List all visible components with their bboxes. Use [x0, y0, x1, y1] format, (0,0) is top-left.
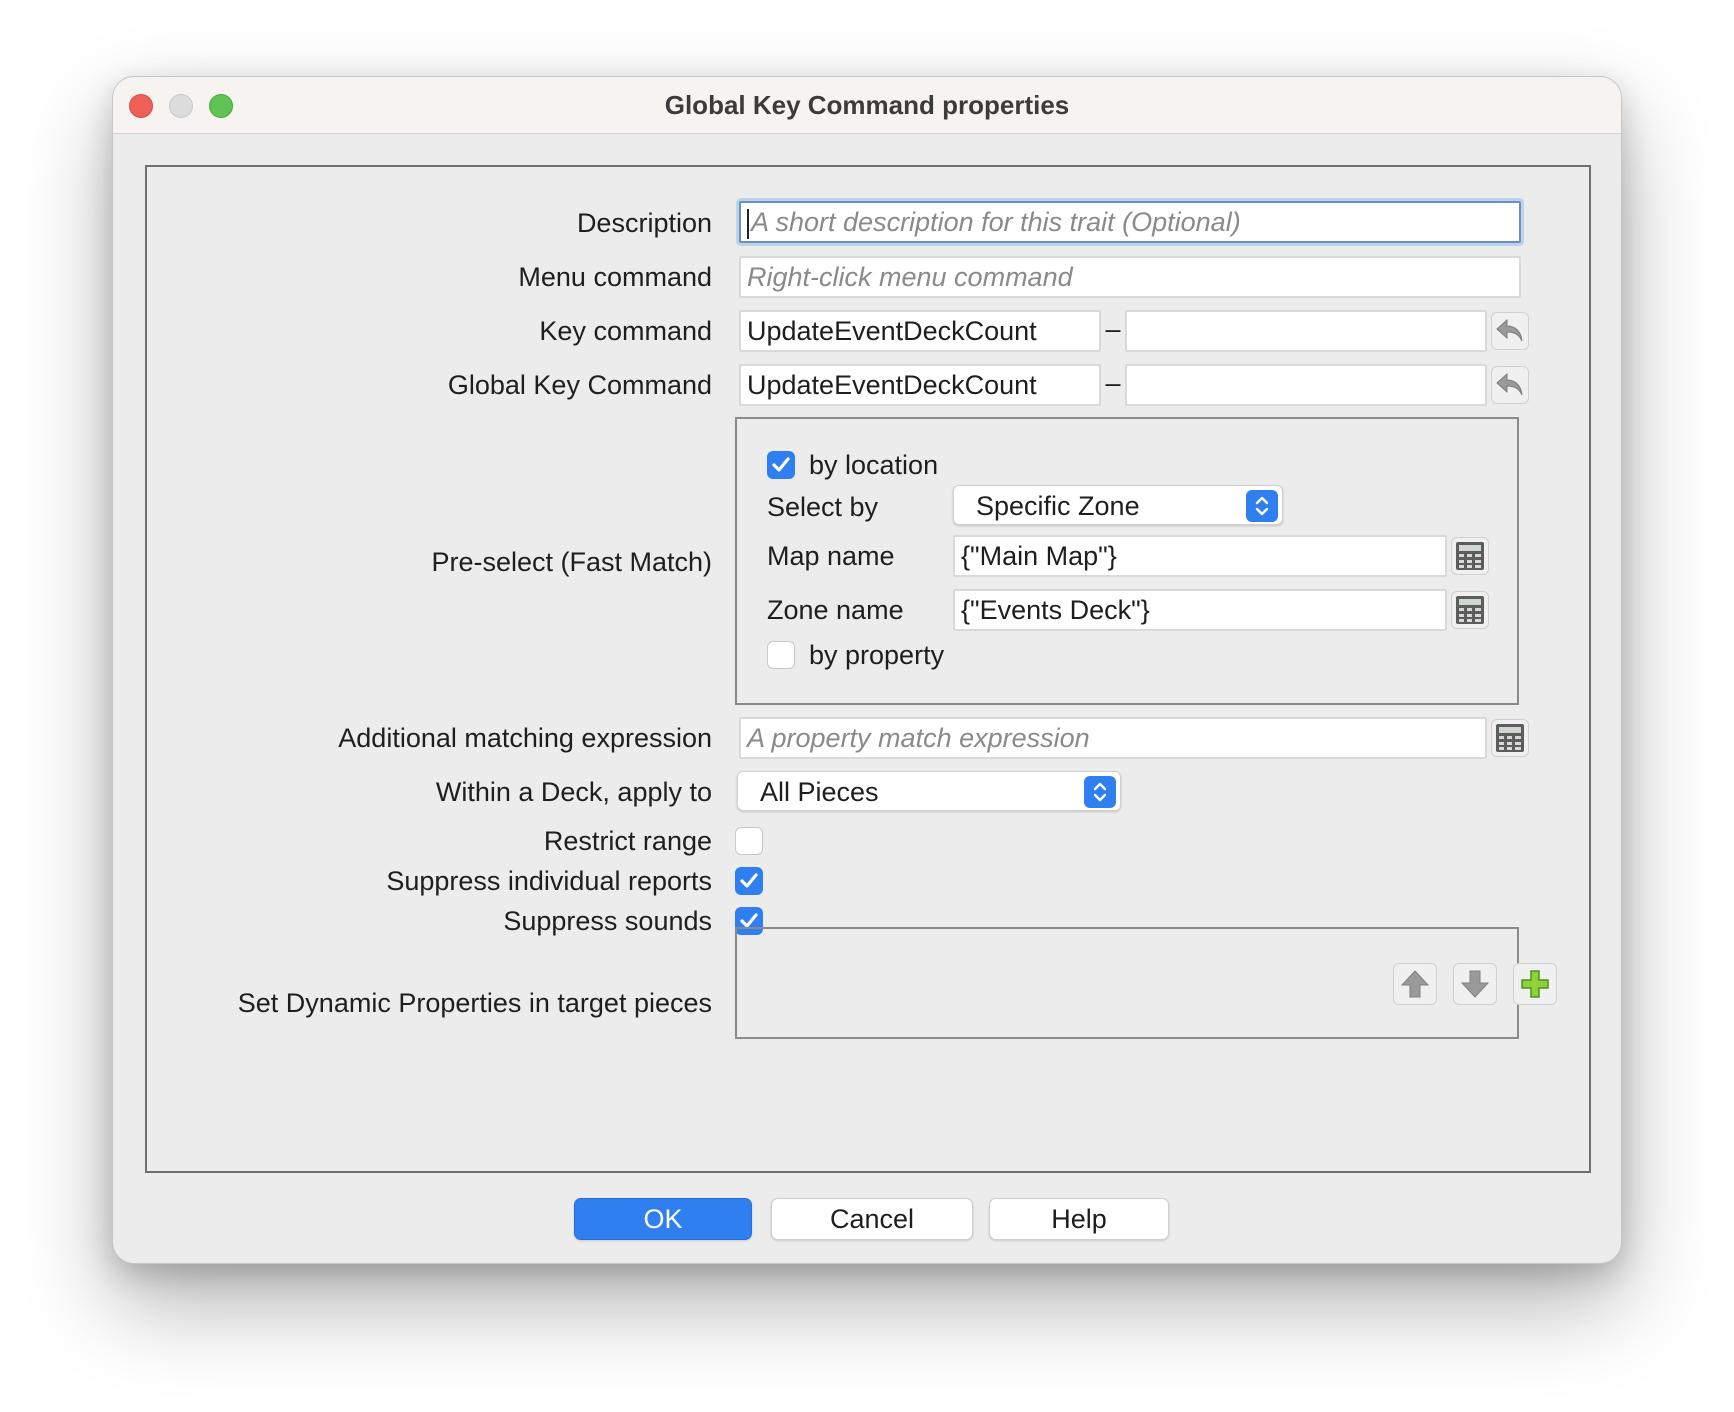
global-key-command-undo-button[interactable] — [1491, 366, 1529, 404]
arrow-up-icon — [1400, 970, 1430, 998]
zone-name-calculator-button[interactable] — [1451, 591, 1489, 629]
global-key-command-label: Global Key Command — [447, 370, 712, 400]
key-command-undo-button[interactable] — [1491, 312, 1529, 350]
by-property-checkbox[interactable] — [767, 641, 795, 669]
additional-matching-calculator-button[interactable] — [1491, 719, 1529, 757]
additional-matching-placeholder: A property match expression — [747, 723, 1090, 753]
by-location-checkbox[interactable] — [767, 451, 795, 479]
dynamic-properties-label: Set Dynamic Properties in target pieces — [237, 988, 712, 1018]
preselect-panel: by location Select by Specific Zone Map … — [735, 417, 1519, 705]
key-command-separator: – — [1105, 314, 1121, 344]
restrict-range-label: Restrict range — [543, 826, 712, 856]
window-title: Global Key Command properties — [664, 90, 1070, 120]
additional-matching-input[interactable]: A property match expression — [739, 717, 1487, 759]
ok-button[interactable]: OK — [574, 1198, 752, 1240]
by-property-label: by property — [809, 640, 945, 670]
calculator-icon — [1496, 724, 1524, 752]
dropdown-arrows-icon — [1084, 776, 1116, 808]
suppress-reports-label: Suppress individual reports — [386, 866, 712, 896]
add-property-button[interactable] — [1513, 963, 1557, 1005]
checkmark-icon — [740, 873, 758, 888]
within-deck-dropdown[interactable]: All Pieces — [737, 771, 1121, 811]
zone-name-input[interactable]: {"Events Deck"} — [953, 589, 1447, 631]
undo-arrow-icon — [1496, 372, 1523, 396]
global-key-command-input[interactable]: UpdateEventDeckCount — [739, 364, 1101, 406]
description-label: Description — [576, 208, 712, 238]
arrow-down-icon — [1460, 970, 1490, 998]
suppress-sounds-label: Suppress sounds — [503, 906, 712, 936]
global-key-command-separator: – — [1105, 368, 1121, 398]
menu-command-label: Menu command — [518, 262, 712, 292]
description-placeholder: A short description for this trait (Opti… — [751, 207, 1241, 237]
suppress-reports-checkbox[interactable] — [735, 867, 763, 895]
text-caret — [747, 208, 749, 239]
select-by-value: Specific Zone — [976, 491, 1140, 521]
select-by-dropdown[interactable]: Specific Zone — [953, 485, 1283, 525]
move-up-button[interactable] — [1393, 963, 1437, 1005]
within-deck-label: Within a Deck, apply to — [435, 777, 712, 807]
title-bar: Global Key Command properties — [113, 77, 1621, 134]
global-key-command-keystroke-input[interactable] — [1125, 364, 1487, 406]
key-command-label: Key command — [539, 316, 712, 346]
menu-command-placeholder: Right-click menu command — [747, 262, 1073, 292]
plus-icon — [1521, 970, 1549, 998]
menu-command-input[interactable]: Right-click menu command — [739, 256, 1521, 298]
calculator-icon — [1456, 542, 1484, 570]
map-name-calculator-button[interactable] — [1451, 537, 1489, 575]
undo-arrow-icon — [1496, 318, 1523, 342]
move-down-button[interactable] — [1453, 963, 1497, 1005]
key-command-keystroke-input[interactable] — [1125, 310, 1487, 352]
preselect-label: Pre-select (Fast Match) — [431, 547, 712, 577]
dropdown-arrows-icon — [1246, 490, 1278, 522]
cancel-button[interactable]: Cancel — [771, 1198, 973, 1240]
dynamic-properties-panel — [735, 927, 1557, 1039]
within-deck-value: All Pieces — [760, 777, 879, 807]
additional-matching-label: Additional matching expression — [338, 723, 712, 753]
map-name-label: Map name — [767, 541, 895, 571]
zone-name-label: Zone name — [767, 595, 904, 625]
by-location-label: by location — [809, 450, 939, 480]
map-name-input[interactable]: {"Main Map"} — [953, 535, 1447, 577]
key-command-input[interactable]: UpdateEventDeckCount — [739, 310, 1101, 352]
description-input[interactable]: A short description for this trait (Opti… — [739, 201, 1521, 243]
properties-panel: Description A short description for this… — [145, 165, 1591, 1173]
calculator-icon — [1456, 596, 1484, 624]
select-by-label: Select by — [767, 492, 879, 522]
restrict-range-checkbox[interactable] — [735, 827, 763, 855]
dialog-window: Global Key Command properties Descriptio… — [112, 76, 1622, 1264]
checkmark-icon — [772, 457, 790, 472]
help-button[interactable]: Help — [989, 1198, 1169, 1240]
